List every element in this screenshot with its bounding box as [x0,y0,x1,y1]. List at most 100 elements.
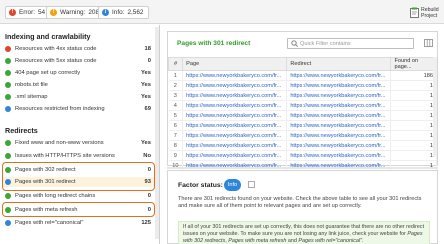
sidebar-item-chains[interactable]: Pages with long redirect chains 0 [2,191,154,201]
row-page-url[interactable]: https://www.newyorkbakeryco.com/fr... [182,110,288,121]
sidebar-item-label: 404 page set up correctly [15,70,81,76]
columns-icon[interactable] [424,38,433,48]
sidebar-item-count: Yes [141,140,151,146]
table-row[interactable]: 3 https://www.newyorkbakeryco.com/fr... … [168,90,437,101]
row-redirect-url[interactable]: https://www.newyorkbakeryco.com/fr... [286,160,392,171]
row-page-url[interactable]: https://www.newyorkbakeryco.com/fr... [182,80,288,91]
info-label: Info: [112,9,125,16]
table-row[interactable]: 10 https://www.newyorkbakeryco.com/fr...… [168,160,437,171]
row-index: 1 [168,70,184,81]
factor-status-title: Factor status: [178,182,223,189]
quick-filter-field[interactable] [287,38,414,49]
sidebar-item-https[interactable]: Issues with HTTP/HTTPS site versions No [2,151,154,161]
sidebar-item-robots[interactable]: robots.txt file Yes [2,80,154,90]
info-status-icon [5,220,11,226]
rebuild-label-line1: Rebuild [421,6,439,13]
table-row[interactable]: 1 https://www.newyorkbakeryco.com/fr... … [168,70,437,81]
error-count: 54 [37,9,46,16]
row-page-url[interactable]: https://www.newyorkbakeryco.com/fr... [182,90,288,101]
row-page-url[interactable]: https://www.newyorkbakeryco.com/fr... [182,100,288,111]
factors-sidebar: Indexing and crawlability Resources with… [0,25,160,244]
section-title-redirects: Redirects [5,126,38,135]
sidebar-item-4xx[interactable]: Resources with 4xx status code 18 [2,44,154,54]
tip-link-canonical: Pages with rel="canonical" [298,237,362,244]
row-page-url[interactable]: https://www.newyorkbakeryco.com/fr... [182,70,288,81]
results-toolbar [424,38,433,48]
redirects-table: # Page Redirect Found on page... 1 https… [167,57,437,171]
sidebar-item-count: Yes [141,70,151,76]
rebuild-project-button[interactable]: Rebuild Project [410,3,439,22]
row-redirect-url[interactable]: https://www.newyorkbakeryco.com/fr... [286,80,392,91]
row-found-count: 1 [390,100,437,111]
row-redirect-url[interactable]: https://www.newyorkbakeryco.com/fr... [286,130,392,141]
row-index: 3 [168,90,184,101]
panel-splitter[interactable] [167,167,438,169]
row-index: 10 [168,160,184,171]
copy-icon[interactable] [248,181,255,188]
table-row[interactable]: 8 https://www.newyorkbakeryco.com/fr... … [168,140,437,151]
sidebar-item-canonical[interactable]: Pages with rel="canonical" 125 [2,218,154,228]
row-found-count: 1 [390,120,437,131]
sidebar-item-count: Yes [141,94,151,100]
rebuild-icon [410,7,419,18]
tip-text: If all of your 301 redirects are set up … [183,224,425,237]
row-page-url[interactable]: https://www.newyorkbakeryco.com/fr... [182,150,288,161]
row-page-url[interactable]: https://www.newyorkbakeryco.com/fr... [182,120,288,131]
warning-filter-button[interactable]: ! Warning: 208 [46,6,106,19]
info-filter-button[interactable]: i Info: 2,562 [98,6,150,19]
section-title-indexing: Indexing and crawlability [5,32,91,41]
rebuild-label-line2: Project [421,12,438,19]
tip-link-meta-refresh: Pages with meta refresh [228,237,287,244]
quick-filter-input[interactable] [300,40,400,47]
table-row[interactable]: 9 https://www.newyorkbakeryco.com/fr... … [168,150,437,161]
sidebar-item-label: Pages with rel="canonical" [15,220,84,226]
row-redirect-url[interactable]: https://www.newyorkbakeryco.com/fr... [286,140,392,151]
column-header-redirect[interactable]: Redirect [286,57,392,71]
sidebar-item-label: robots.txt file [15,82,48,88]
tip-separator: and [286,237,299,244]
row-index: 4 [168,100,184,111]
row-redirect-url[interactable]: https://www.newyorkbakeryco.com/fr... [286,150,392,161]
warning-icon: ! [50,9,57,16]
search-icon [291,40,298,47]
row-index: 6 [168,120,184,131]
row-found-count: 1 [390,80,437,91]
error-filter-button[interactable]: ! Error: 54 [5,6,52,19]
column-header-page[interactable]: Page [182,57,288,71]
table-row[interactable]: 5 https://www.newyorkbakeryco.com/fr... … [168,110,437,121]
table-row[interactable]: 6 https://www.newyorkbakeryco.com/fr... … [168,120,437,131]
error-icon: ! [9,9,16,16]
row-page-url[interactable]: https://www.newyorkbakeryco.com/fr... [182,160,288,171]
row-redirect-url[interactable]: https://www.newyorkbakeryco.com/fr... [286,120,392,131]
sidebar-item-label: Issues with HTTP/HTTPS site versions [15,153,115,159]
ok-status-icon [5,82,11,88]
sidebar-item-5xx[interactable]: Resources with 5xx status code 0 [2,56,154,66]
row-index: 2 [168,80,184,91]
sidebar-item-restricted[interactable]: Resources restricted from indexing 69 [2,104,154,114]
ok-status-icon [5,193,11,199]
row-found-count: 1 [390,160,437,171]
sidebar-item-sitemap[interactable]: .xml sitemap Yes [2,92,154,102]
row-found-count: 1 [390,90,437,101]
ok-status-icon [5,94,11,100]
sidebar-item-www[interactable]: Fixed www and non-www versions Yes [2,138,154,148]
factor-info-badge: Info [224,179,241,191]
row-page-url[interactable]: https://www.newyorkbakeryco.com/fr... [182,130,288,141]
row-redirect-url[interactable]: https://www.newyorkbakeryco.com/fr... [286,70,392,81]
factor-tip-box: If all of your 301 redirects are set up … [178,221,430,244]
column-header-index[interactable]: # [167,57,184,71]
row-redirect-url[interactable]: https://www.newyorkbakeryco.com/fr... [286,90,392,101]
table-row[interactable]: 7 https://www.newyorkbakeryco.com/fr... … [168,130,437,141]
row-redirect-url[interactable]: https://www.newyorkbakeryco.com/fr... [286,110,392,121]
table-row[interactable]: 2 https://www.newyorkbakeryco.com/fr... … [168,80,437,91]
row-page-url[interactable]: https://www.newyorkbakeryco.com/fr... [182,140,288,151]
table-scrollbar[interactable] [433,57,437,157]
column-header-found-on[interactable]: Found on page... [390,57,437,71]
sidebar-item-label: Fixed www and non-www versions [15,140,104,146]
row-redirect-url[interactable]: https://www.newyorkbakeryco.com/fr... [286,100,392,111]
sidebar-item-404[interactable]: 404 page set up correctly Yes [2,68,154,78]
row-index: 9 [168,150,184,161]
ok-status-icon [5,140,11,146]
table-row[interactable]: 4 https://www.newyorkbakeryco.com/fr... … [168,100,437,111]
sidebar-scrollbar[interactable] [155,27,159,239]
